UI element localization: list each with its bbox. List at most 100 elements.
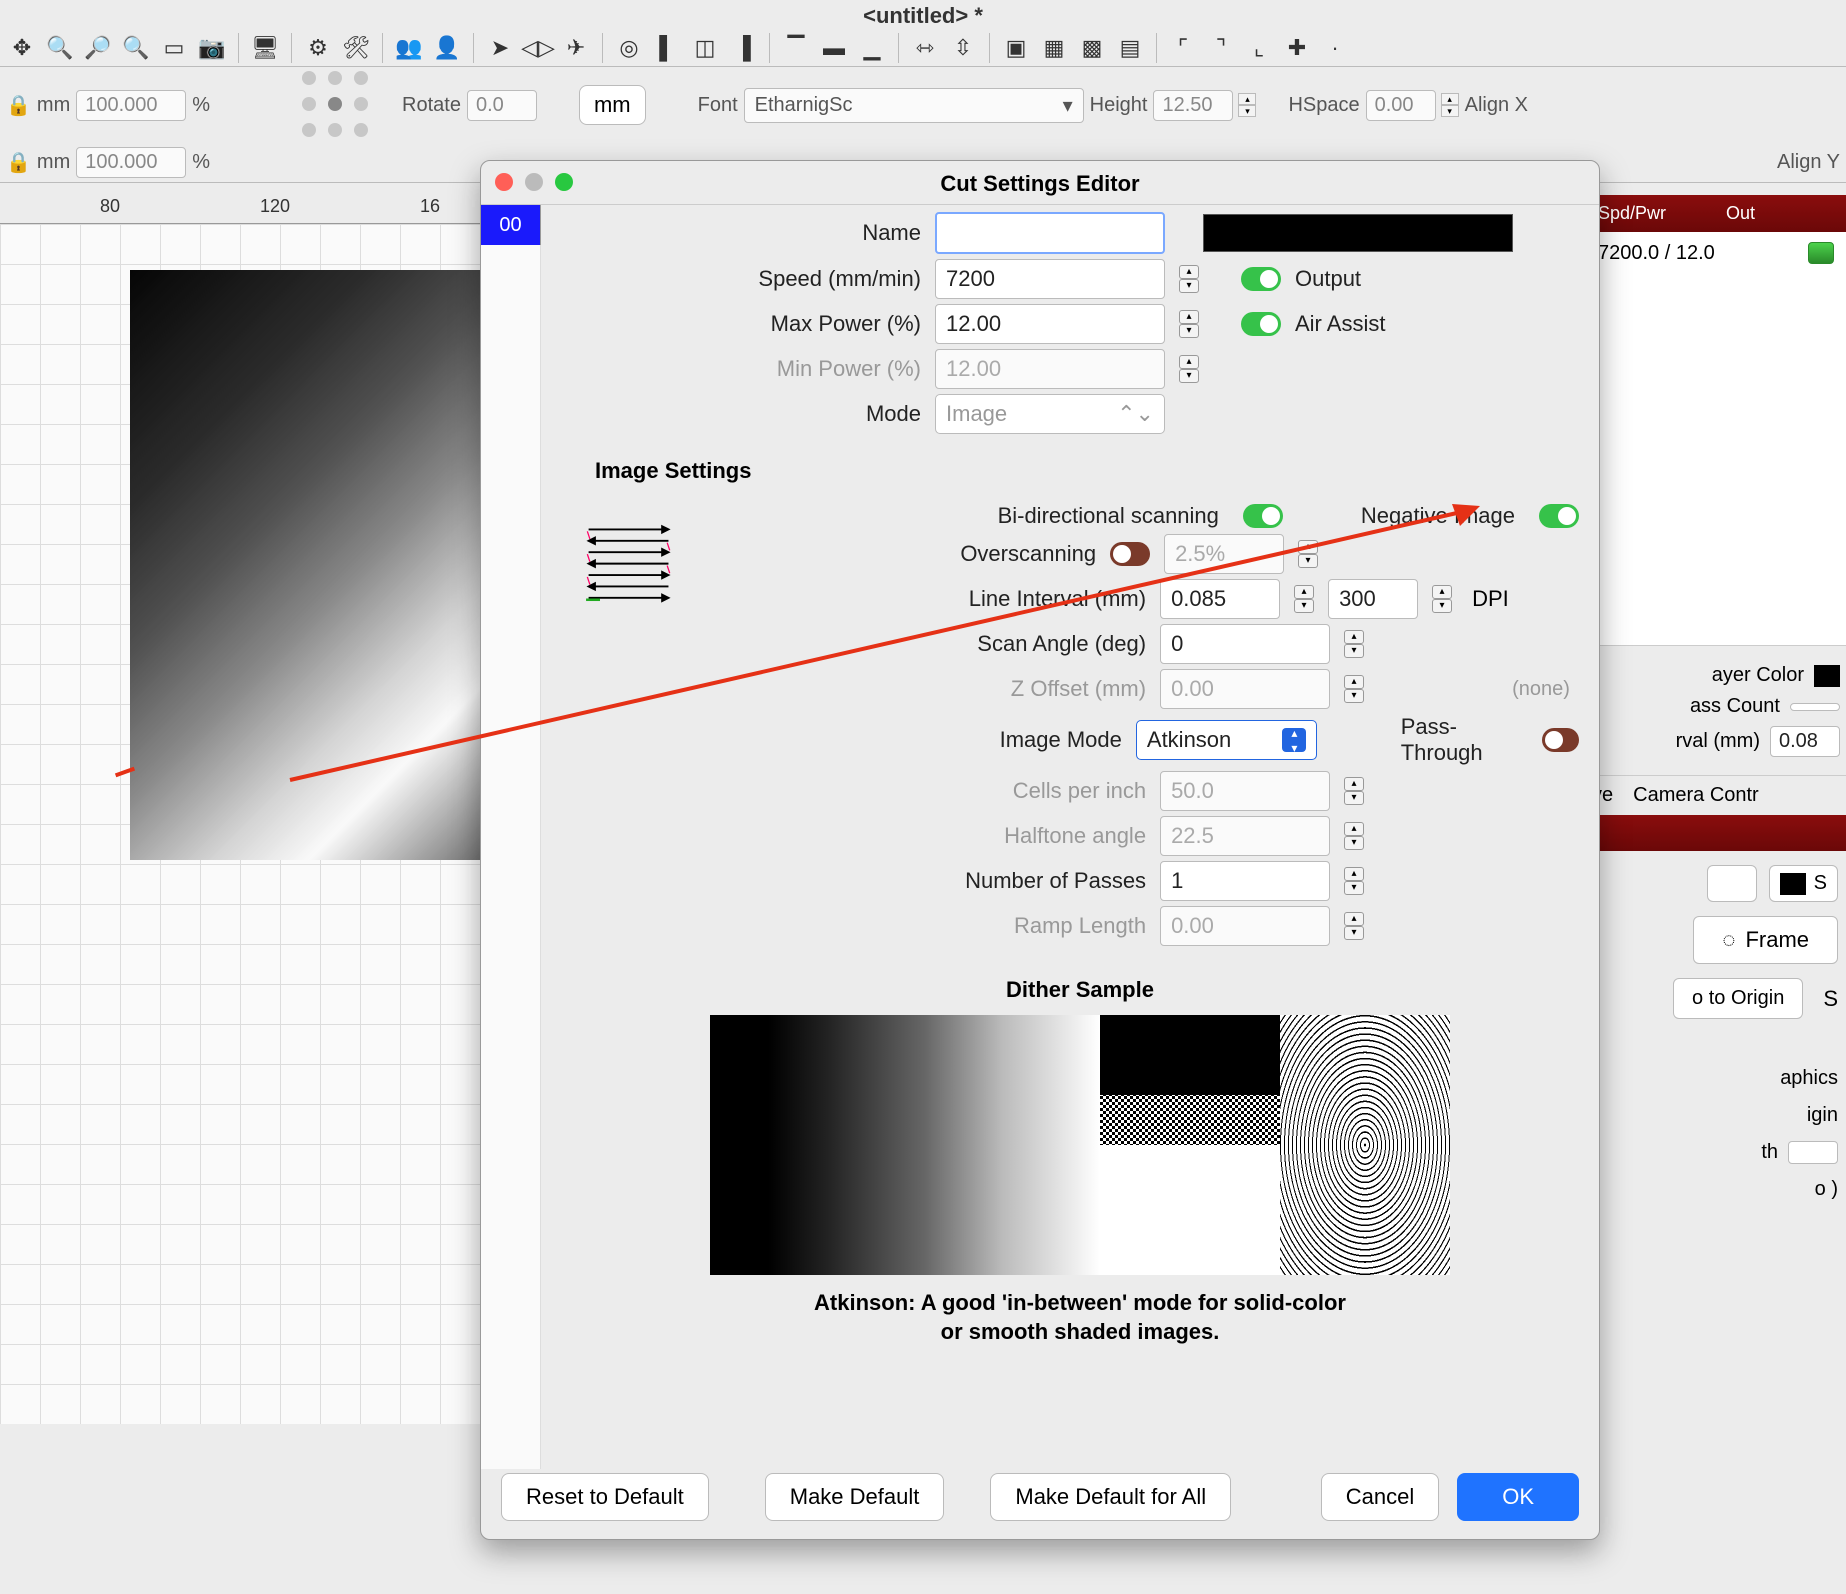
rotate-field[interactable]: 0.0 — [467, 90, 537, 121]
maxpower-input[interactable] — [935, 304, 1165, 344]
dialog-button-row: Reset to Default Make Default Make Defau… — [501, 1473, 1579, 1521]
send-icon[interactable]: ✈ — [560, 32, 592, 64]
zoom-fit-icon[interactable]: 🔍 — [44, 32, 76, 64]
target-icon[interactable]: ◎ — [613, 32, 645, 64]
scanangle-input[interactable] — [1160, 624, 1330, 664]
maxpower-stepper[interactable]: ▴▾ — [1179, 310, 1199, 338]
width-field[interactable]: 100.000 — [76, 90, 186, 121]
pass-count-label: ass Count — [1690, 695, 1780, 718]
output-toggle[interactable] — [1241, 267, 1281, 291]
group-icon[interactable]: 👥 — [393, 32, 425, 64]
dist-h-icon[interactable]: ⇿ — [909, 32, 941, 64]
reset-default-button[interactable]: Reset to Default — [501, 1473, 709, 1521]
dist-v-icon[interactable]: ⇳ — [947, 32, 979, 64]
make-default-button[interactable]: Make Default — [765, 1473, 945, 1521]
align-right-icon[interactable]: ▐ — [727, 32, 759, 64]
passes-input[interactable] — [1160, 861, 1330, 901]
start-from-button[interactable]: S — [1769, 865, 1838, 902]
minimize-icon[interactable] — [525, 173, 543, 191]
marquee-icon[interactable]: ▭ — [158, 32, 190, 64]
speed-input[interactable] — [935, 259, 1165, 299]
opt-th[interactable]: th — [1761, 1141, 1778, 1164]
height-stepper[interactable]: ▴▾ — [1238, 93, 1256, 117]
zoom-in-icon[interactable]: 🔎 — [82, 32, 114, 64]
overscan-toggle[interactable] — [1110, 542, 1150, 566]
ruler-tick-160: 16 — [420, 196, 440, 217]
main-toolbar: ✥ 🔍 🔎 🔍 ▭ 📷 🖥 ⚙ 🛠 👥 👤 ➤ ◁▷ ✈ ◎ ▌ ◫ ▐ ▔ ▬… — [0, 30, 1846, 67]
camera-icon[interactable]: 📷 — [196, 32, 228, 64]
align-bottom-icon[interactable]: ▁ — [856, 32, 888, 64]
height-field[interactable]: 12.50 — [1153, 90, 1233, 121]
layer-props: ayer Color ass Count rval (mm)0.08 — [1586, 645, 1846, 775]
font-dropdown[interactable]: EtharnigSc▾ — [744, 88, 1084, 123]
hspace-field[interactable]: 0.00 — [1366, 90, 1436, 121]
canvas-image-leaf[interactable] — [130, 270, 500, 860]
name-label: Name — [581, 220, 921, 246]
layer-tab-00[interactable]: 00 — [481, 205, 541, 245]
scanangle-stepper[interactable]: ▴▾ — [1344, 630, 1364, 658]
go-origin-button[interactable]: o to Origin — [1673, 978, 1803, 1019]
corner-tl-icon[interactable]: ⌜ — [1167, 32, 1199, 64]
opt-origin[interactable]: igin — [1594, 1104, 1838, 1127]
mirror-h-icon[interactable]: ◁▷ — [522, 32, 554, 64]
cancel-button[interactable]: Cancel — [1321, 1473, 1439, 1521]
monitor-icon[interactable]: 🖥 — [249, 32, 281, 64]
font-label: Font — [698, 94, 738, 117]
zoom-out-icon[interactable]: 🔍 — [120, 32, 152, 64]
layer-output-toggle[interactable] — [1808, 242, 1834, 264]
scan-direction-icon — [581, 498, 676, 628]
bidir-label: Bi-directional scanning — [998, 503, 1219, 529]
hspace-stepper[interactable]: ▴▾ — [1441, 93, 1459, 117]
user-icon[interactable]: 👤 — [431, 32, 463, 64]
frame-button[interactable]: ◌Frame — [1693, 916, 1838, 964]
opt-graphics[interactable]: aphics — [1594, 1067, 1838, 1090]
crosshair-icon[interactable]: ✚ — [1281, 32, 1313, 64]
corner-tr-icon[interactable]: ⌝ — [1205, 32, 1237, 64]
tab-camera[interactable]: Camera Contr — [1633, 784, 1759, 807]
layer-row-0[interactable]: 7200.0 / 12.0 — [1586, 232, 1846, 275]
arrow-right-icon[interactable]: ➤ — [484, 32, 516, 64]
corner-bl-icon[interactable]: ⌞ — [1243, 32, 1275, 64]
close-icon[interactable] — [495, 173, 513, 191]
lineinterval-input[interactable] — [1160, 579, 1280, 619]
name-input[interactable] — [935, 212, 1165, 254]
dpi-input[interactable] — [1328, 579, 1418, 619]
align-center-icon[interactable]: ◫ — [689, 32, 721, 64]
height-dim-field[interactable]: 100.000 — [76, 147, 186, 178]
ok-button[interactable]: OK — [1457, 1473, 1579, 1521]
bidir-toggle[interactable] — [1243, 504, 1283, 528]
anchor-grid[interactable] — [302, 71, 370, 139]
layer-color-swatch[interactable] — [1814, 665, 1840, 687]
align-middle-icon[interactable]: ▬ — [818, 32, 850, 64]
negative-image-toggle[interactable] — [1539, 504, 1579, 528]
align-left-icon[interactable]: ▌ — [651, 32, 683, 64]
passthrough-toggle[interactable] — [1542, 728, 1579, 752]
corner-c-icon[interactable]: · — [1319, 32, 1351, 64]
dither-description: Atkinson: A good 'in-between' mode for s… — [581, 1289, 1579, 1346]
imagemode-dropdown[interactable]: Atkinson ▴▾ — [1136, 720, 1318, 760]
image-settings-header: Image Settings — [595, 458, 1579, 484]
passes-stepper[interactable]: ▴▾ — [1344, 867, 1364, 895]
units-button[interactable]: mm — [579, 85, 646, 125]
overscan-stepper: ▴▾ — [1298, 540, 1318, 568]
tools-icon[interactable]: 🛠 — [340, 32, 372, 64]
speed-stepper[interactable]: ▴▾ — [1179, 265, 1199, 293]
lock-icon-2[interactable]: 🔒 — [6, 150, 31, 175]
air-assist-toggle[interactable] — [1241, 312, 1281, 336]
ruler-tick-80: 80 — [100, 196, 120, 217]
move-icon[interactable]: ✥ — [6, 32, 38, 64]
arrange-3-icon[interactable]: ▩ — [1076, 32, 1108, 64]
maximize-icon[interactable] — [555, 173, 573, 191]
opt-o[interactable]: o ) — [1594, 1178, 1838, 1201]
arrange-2-icon[interactable]: ▦ — [1038, 32, 1070, 64]
interval-field[interactable]: 0.08 — [1770, 726, 1840, 757]
lock-icon[interactable]: 🔒 — [6, 93, 31, 118]
lineinterval-stepper[interactable]: ▴▾ — [1294, 585, 1314, 613]
make-default-all-button[interactable]: Make Default for All — [990, 1473, 1231, 1521]
arrange-1-icon[interactable]: ▣ — [1000, 32, 1032, 64]
dpi-stepper[interactable]: ▴▾ — [1432, 585, 1452, 613]
arrange-4-icon[interactable]: ▤ — [1114, 32, 1146, 64]
align-top-icon[interactable]: ▔ — [780, 32, 812, 64]
mode-dropdown[interactable]: Image⌃⌄ — [935, 394, 1165, 434]
gear-icon[interactable]: ⚙ — [302, 32, 334, 64]
